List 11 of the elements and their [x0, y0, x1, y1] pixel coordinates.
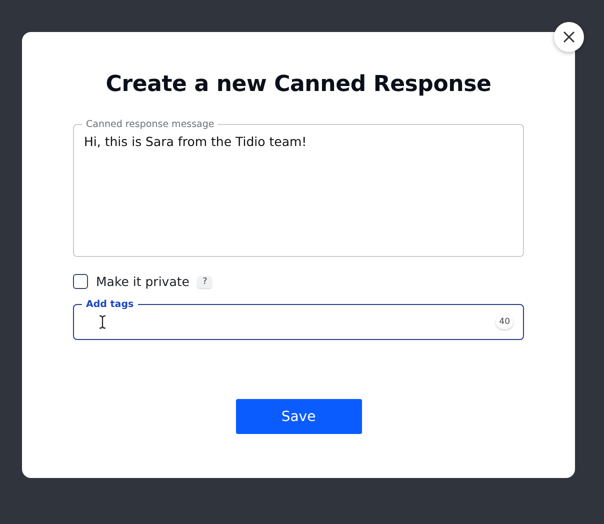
character-counter: 40	[496, 315, 513, 329]
close-icon	[563, 31, 575, 43]
dialog-title: Create a new Canned Response	[104, 72, 492, 97]
text-cursor-icon	[99, 315, 106, 329]
message-field[interactable]: Canned response message Hi, this is Sara from the Tidio team!	[73, 119, 524, 257]
close-button[interactable]	[554, 22, 584, 52]
help-badge[interactable]: ?	[197, 276, 212, 288]
private-checkbox[interactable]	[73, 274, 88, 289]
save-button[interactable]: Save	[236, 399, 362, 434]
checkbox-label: Make it private	[96, 274, 190, 289]
tags-field[interactable]: Add tags 40	[73, 299, 524, 340]
